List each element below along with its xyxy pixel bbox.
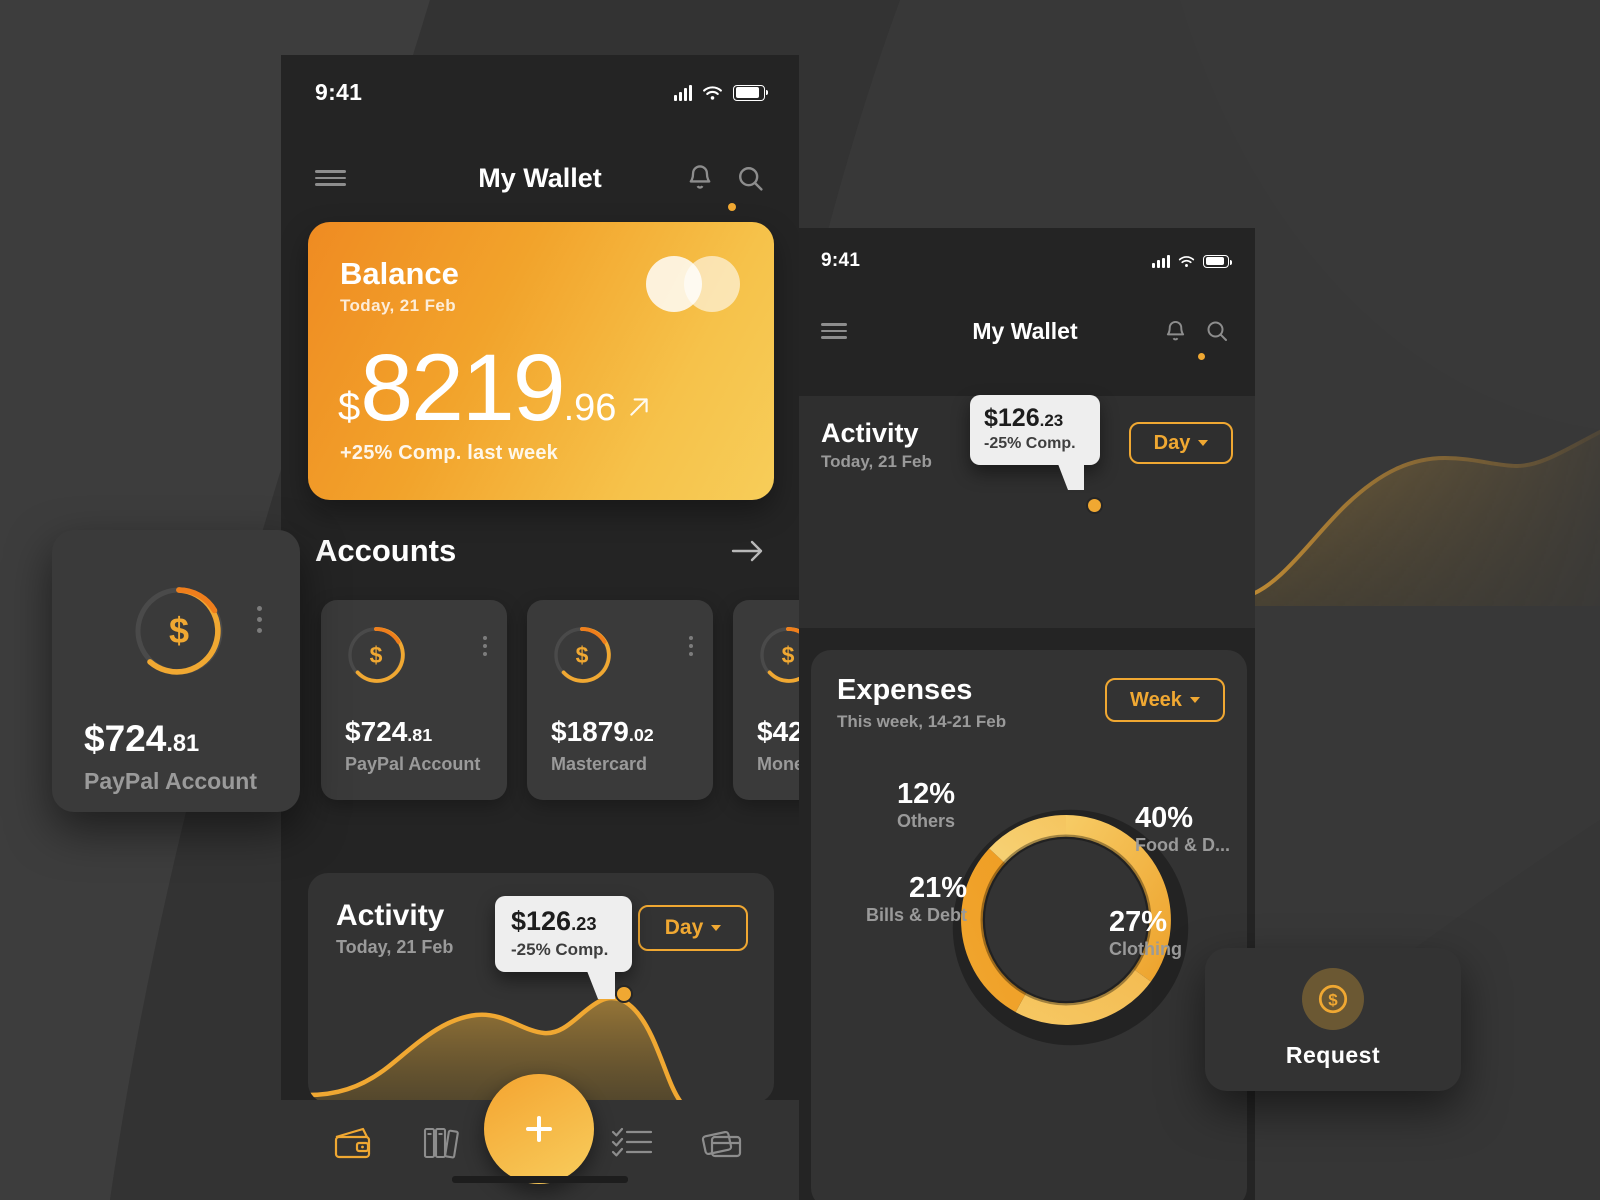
account-label: Mone [757,754,799,774]
expenses-date: This week, 14-21 Feb [837,712,1007,731]
kebab-menu-icon[interactable] [483,636,487,656]
tooltip-amount-2: $126.23 [984,404,1064,432]
donut-label-bills: 21% Bills & Debt [865,872,967,925]
activity-period-label-2: Day [1153,431,1191,454]
tooltip-tail-2 [1058,464,1084,490]
balance-title: Balance [340,256,459,291]
status-bar-2: 9:41 [795,228,1255,272]
dollar-ring-icon: $ [345,624,407,686]
activity-date-1: Today, 21 Feb [336,937,454,957]
activity-data-point-2 [1086,497,1103,514]
tooltip-amount-1: $126.23 [511,906,597,936]
battery-icon [733,84,769,101]
account-label: PayPal Account [345,754,481,774]
cellular-bars-icon [674,84,692,101]
activity-tooltip-2: $126.23 -25% Comp. [970,395,1100,490]
dollar-circle-icon: $ [1302,968,1364,1030]
nav-checklist-icon[interactable] [611,1126,653,1163]
floating-request-card[interactable]: $ Request [1205,948,1461,1091]
account-label: Mastercard [551,754,648,774]
notification-dot-2 [1198,352,1205,360]
floating-account-card-paypal[interactable]: $ $724.81 PayPal Account [52,530,300,812]
balance-decimal: .96 [563,387,617,429]
arrow-up-right-icon [630,398,649,416]
expenses-period-dropdown[interactable]: Week [1105,678,1225,722]
bell-icon[interactable] [1164,319,1187,344]
status-time-1: 9:41 [315,79,363,105]
account-card-paypal[interactable]: $ $724.81 PayPal Account [321,600,507,800]
phone-screen-wallet: 9:41 My Wallet Balance Today, 21 Feb $ 8… [281,55,799,1200]
expenses-period-label: Week [1130,688,1182,711]
cellular-bars-icon [1152,254,1170,268]
dollar-glyph: $ [575,641,589,668]
expenses-title: Expenses [837,674,973,706]
wifi-icon [702,85,723,101]
tooltip-tail-1 [587,971,615,999]
nav-bar-1: My Wallet [315,158,765,211]
arrow-right-icon[interactable] [731,539,765,563]
donut-label-food: 40% Food & D... [1135,802,1230,855]
expenses-panel: Expenses This week, 14-21 Feb Week 12% O… [811,650,1247,1200]
balance-note: +25% Comp. last week [340,442,558,464]
accounts-title: Accounts [315,533,457,568]
nav-bar-2: My Wallet [821,314,1229,360]
donut-label-others: 12% Others [896,778,955,831]
balance-card[interactable]: Balance Today, 21 Feb $ 8219 .96 +25% Co… [308,222,774,500]
account-amount: $42 [757,716,799,747]
kebab-menu-icon[interactable] [689,636,693,656]
nav-wallet-icon[interactable] [333,1126,375,1165]
accounts-section-header: Accounts [281,533,799,569]
account-card-money[interactable]: $ $42 Mone [733,600,799,800]
activity-period-dropdown-2[interactable]: Day [1129,422,1233,464]
search-icon[interactable] [736,164,765,193]
floating-request-label: Request [1285,1042,1381,1068]
tooltip-sub-1: -25% Comp. [511,940,609,959]
chevron-down-icon [1198,440,1209,446]
tooltip-sub-2: -25% Comp. [984,435,1076,452]
balance-currency: $ [338,385,361,429]
activity-period-label-1: Day [664,916,704,939]
status-bar-1: 9:41 [281,55,799,106]
activity-title-2: Activity [821,418,919,448]
status-time-2: 9:41 [821,250,861,271]
chevron-down-icon [1189,697,1200,703]
dollar-ring-icon: $ [130,582,228,680]
floating-account-label: PayPal Account [84,768,257,794]
activity-date-2: Today, 21 Feb [821,452,932,471]
home-indicator [452,1176,628,1183]
activity-data-point-1 [615,985,633,1003]
wifi-icon [1178,255,1195,268]
battery-icon [1203,254,1233,268]
bell-icon[interactable] [686,163,714,193]
dollar-ring-icon: $ [757,624,799,686]
account-amount: $1879.02 [551,716,654,747]
balance-integer: 8219 [360,335,565,441]
activity-title-1: Activity [336,899,445,932]
notification-dot-1 [728,203,736,211]
activity-period-dropdown-1[interactable]: Day [638,905,748,951]
svg-text:$: $ [1328,990,1338,1009]
chevron-down-icon [711,925,722,931]
dollar-glyph: $ [168,610,190,651]
bottom-nav-bar [281,1074,799,1200]
phone-screen-expenses: 9:41 My Wallet Activity Today, 21 Feb Da… [795,228,1255,1200]
account-card-mastercard[interactable]: $ $1879.02 Mastercard [527,600,713,800]
dollar-glyph: $ [781,641,795,668]
floating-account-amount: $724.81 [84,718,200,759]
mastercard-logo-icon [646,256,740,312]
account-amount: $724.81 [345,716,433,747]
search-icon[interactable] [1205,319,1229,343]
dollar-ring-icon: $ [551,624,613,686]
add-transaction-fab[interactable] [484,1074,594,1184]
balance-date: Today, 21 Feb [340,296,457,315]
dollar-glyph: $ [369,641,383,668]
nav-cards-icon[interactable] [701,1126,743,1165]
activity-tooltip-1: $126.23 -25% Comp. [495,896,632,999]
nav-books-icon[interactable] [421,1125,461,1166]
kebab-menu-icon[interactable] [257,606,262,633]
